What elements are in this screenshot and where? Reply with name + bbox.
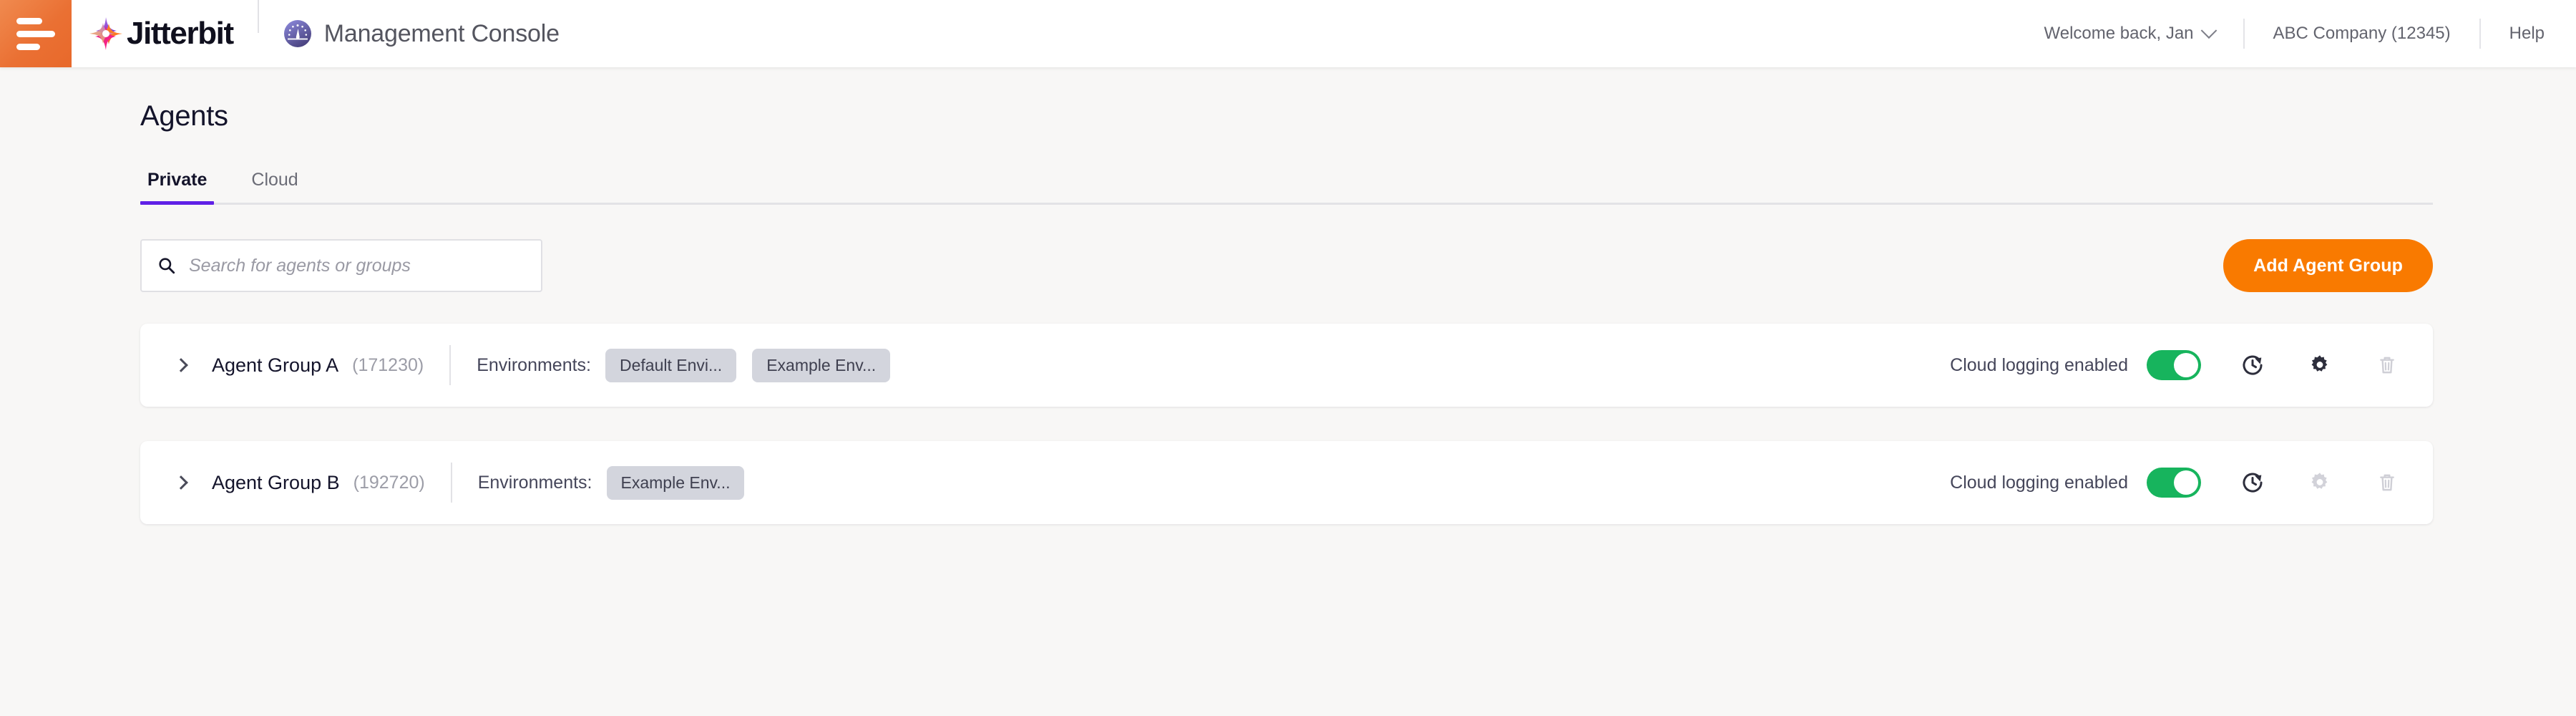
chevron-down-icon — [2200, 22, 2217, 39]
cloud-logging-label: Cloud logging enabled — [1950, 472, 2128, 493]
tab-bar: Private Cloud — [140, 170, 2433, 205]
environment-chip-list: Default Envi... Example Env... — [605, 348, 891, 382]
gauge-icon — [283, 20, 311, 47]
gear-icon[interactable] — [2304, 349, 2336, 381]
restart-clock-icon[interactable] — [2237, 467, 2268, 498]
restart-clock-icon[interactable] — [2237, 349, 2268, 381]
agent-group-id: (171230) — [352, 354, 424, 375]
environment-chip[interactable]: Example Env... — [606, 465, 745, 500]
help-link[interactable]: Help — [2509, 24, 2545, 44]
row-actions: Cloud logging enabled — [1950, 467, 2403, 498]
brand-area[interactable]: Jitterbit — [72, 0, 234, 67]
chevron-right-icon[interactable] — [169, 358, 193, 372]
help-label: Help — [2509, 24, 2545, 43]
hamburger-menu-icon — [16, 17, 42, 24]
search-icon — [159, 258, 175, 274]
agent-group-row[interactable]: Agent Group B (192720) Environments: Exa… — [140, 441, 2433, 524]
brand-wordmark: Jitterbit — [127, 16, 234, 51]
environment-chip[interactable]: Default Envi... — [605, 348, 737, 382]
row-divider — [449, 345, 452, 385]
chevron-right-icon[interactable] — [169, 475, 193, 490]
company-name: ABC Company (12345) — [2273, 24, 2451, 43]
tab-cloud-label: Cloud — [251, 170, 298, 190]
tab-private-label: Private — [147, 170, 208, 190]
header-action-divider — [2243, 19, 2245, 49]
tab-private[interactable]: Private — [140, 170, 215, 205]
jitterbit-star-logo-icon — [89, 17, 122, 50]
toolbar: Add Agent Group — [140, 239, 2433, 292]
agent-group-name: Agent Group A — [212, 354, 339, 376]
content-container: Agents Private Cloud Add Agent Group — [140, 67, 2433, 524]
cloud-logging-toggle[interactable] — [2147, 350, 2201, 380]
trash-icon — [2371, 349, 2403, 381]
console-title: Management Console — [323, 19, 560, 47]
row-actions: Cloud logging enabled — [1950, 349, 2403, 381]
add-agent-group-button[interactable]: Add Agent Group — [2223, 239, 2433, 292]
environment-chip[interactable]: Example Env... — [752, 348, 891, 382]
header-actions: Welcome back, Jan ABC Company (12345) He… — [2044, 0, 2576, 67]
tab-cloud[interactable]: Cloud — [244, 170, 305, 203]
header-divider — [257, 0, 259, 33]
page-title: Agents — [140, 100, 228, 132]
agent-group-list: Agent Group A (171230) Environments: Def… — [140, 324, 2433, 524]
app-header: Jitterbit Management Console Welcome bac… — [0, 0, 2576, 67]
company-label[interactable]: ABC Company (12345) — [2273, 24, 2451, 44]
user-menu[interactable]: Welcome back, Jan — [2044, 22, 2217, 44]
environments-label: Environments: — [477, 354, 591, 375]
agent-group-name: Agent Group B — [212, 471, 340, 493]
header-action-divider-2 — [2479, 19, 2481, 49]
environments-label: Environments: — [477, 472, 592, 493]
environment-chip-list: Example Env... — [606, 465, 745, 500]
hamburger-menu-button[interactable] — [0, 0, 72, 67]
cloud-logging-toggle[interactable] — [2147, 468, 2201, 498]
header-spacer — [560, 0, 2044, 67]
user-menu-label: Welcome back, Jan — [2044, 24, 2194, 43]
cloud-logging-label: Cloud logging enabled — [1950, 354, 2128, 375]
row-divider — [450, 463, 452, 503]
gear-icon — [2304, 467, 2336, 498]
search-input[interactable] — [189, 255, 525, 276]
main-area: Agents Private Cloud Add Agent Group — [0, 67, 2576, 524]
trash-icon — [2371, 467, 2403, 498]
agent-group-row[interactable]: Agent Group A (171230) Environments: Def… — [140, 324, 2433, 407]
console-title-area: Management Console — [283, 0, 560, 67]
agent-group-id: (192720) — [353, 472, 425, 493]
search-box[interactable] — [140, 239, 542, 292]
